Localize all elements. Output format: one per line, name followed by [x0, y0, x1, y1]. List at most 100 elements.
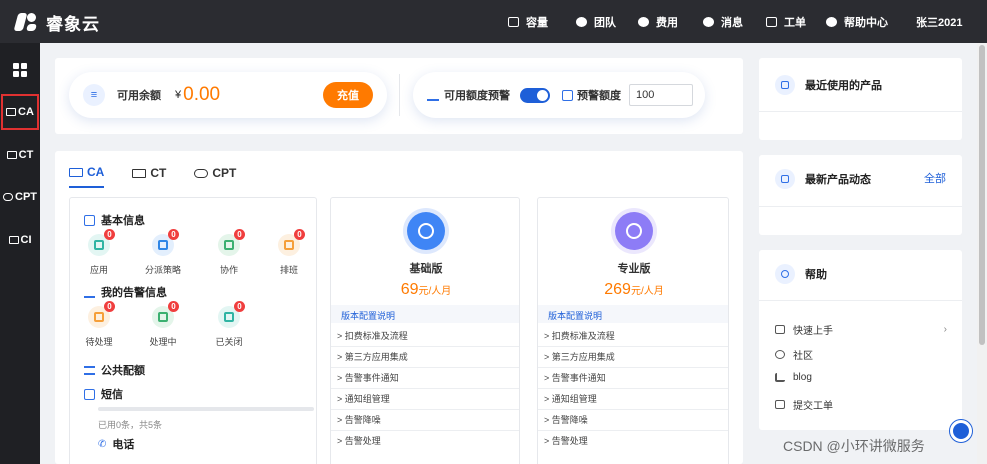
feature-item[interactable]: > 第三方应用集成 [337, 350, 408, 363]
sidebar-item-apps[interactable] [0, 52, 40, 88]
divider [759, 206, 962, 207]
feature-item[interactable]: > 告警事件通知 [544, 371, 606, 384]
topnav-label: 工单 [784, 16, 806, 29]
feature-item[interactable]: > 通知组管理 [544, 392, 597, 405]
page-scrollbar[interactable] [977, 43, 987, 464]
rocket-icon [775, 325, 785, 334]
tab-label: CPT [212, 166, 237, 180]
community-icon [775, 350, 785, 359]
help-submit-ticket[interactable]: 提交工单 [775, 397, 833, 412]
section-title-text: 公共配额 [101, 365, 145, 377]
balance-card: ≡ 可用余额 ¥ 0.00 充值 可用额度预警 预警额度 [55, 58, 743, 134]
sidebar-item-ct[interactable]: CT [0, 137, 40, 173]
topnav-tickets[interactable]: 工单 [766, 0, 806, 43]
feature-item[interactable]: > 告警事件通知 [337, 371, 399, 384]
feature-item[interactable]: > 第三方应用集成 [544, 350, 615, 363]
brand-name: 睿象云 [46, 14, 100, 34]
cost-icon [638, 16, 649, 27]
warning-icon [427, 89, 439, 101]
basic-plan-icon [407, 212, 445, 250]
feature-item[interactable]: > 通知组管理 [337, 392, 390, 405]
news-card: 最新产品动态 全部 [759, 155, 962, 235]
sidebar-item-ca[interactable]: CA [0, 93, 40, 131]
username: 张三2021 [916, 16, 963, 29]
app-closed[interactable]: 0 已关闭 [206, 301, 252, 348]
divider [331, 367, 519, 368]
submit-ticket-icon [775, 400, 785, 409]
app-applications[interactable]: 0 应用 [76, 229, 122, 276]
help-quick-start[interactable]: 快速上手 › [775, 322, 947, 337]
plan-name: 基础版 [409, 263, 443, 275]
threshold-input[interactable] [629, 84, 693, 106]
feature-text: 扣费标准及流程 [344, 331, 408, 341]
sidebar-item-label: CPT [15, 191, 37, 203]
feature-item[interactable]: > 告警处理 [337, 434, 381, 447]
topnav-help-center[interactable]: 帮助中心 [826, 0, 888, 43]
feature-text: 通知组管理 [551, 394, 597, 404]
feature-text: 告警降噪 [344, 415, 381, 425]
plan-config-link[interactable]: 版本配置说明 [331, 305, 519, 323]
plan-name: 专业版 [617, 263, 651, 275]
app-dispatch-policy[interactable]: 0 分派策略 [140, 229, 186, 276]
sidebar-item-ci[interactable]: CI [0, 222, 40, 258]
plan-price: 69元/人月 [331, 281, 521, 299]
topnav-user[interactable]: 张三2021 [916, 0, 962, 43]
product-tabs: CA CT CPT [69, 165, 236, 188]
calendar-icon: 0 [278, 229, 305, 256]
divider [331, 388, 519, 389]
plan-price: 269元/人月 [538, 281, 730, 299]
feature-item[interactable]: > 扣费标准及流程 [337, 329, 408, 342]
topnav-capacity[interactable]: 容量 [508, 0, 548, 43]
topnav-cost[interactable]: 费用 [638, 0, 678, 43]
scrollbar-thumb[interactable] [979, 45, 985, 345]
threshold-icon [562, 89, 573, 101]
basic-info-title: 基本信息 [84, 212, 145, 228]
cloud-icon [194, 168, 209, 178]
collaboration-icon: 0 [218, 229, 245, 256]
ticket-icon [766, 16, 777, 27]
plan-summary: 基础版 69元/人月 [331, 212, 521, 299]
feature-text: 告警处理 [551, 436, 588, 446]
app-pending[interactable]: 0 待处理 [76, 301, 122, 348]
app-label: 待处理 [85, 337, 113, 347]
tab-cpt[interactable]: CPT [194, 165, 236, 188]
bell-icon [703, 16, 714, 27]
app-label: 已关闭 [215, 337, 243, 347]
topnav-label: 容量 [526, 16, 548, 29]
feature-item[interactable]: > 告警降噪 [544, 413, 588, 426]
app-label: 应用 [89, 265, 108, 275]
feature-item[interactable]: > 扣费标准及流程 [544, 329, 615, 342]
help-blog[interactable]: blog [775, 372, 812, 383]
app-collaboration[interactable]: 0 协作 [206, 229, 252, 276]
app-schedule[interactable]: 0 排班 [266, 229, 312, 276]
feature-item[interactable]: > 告警处理 [544, 434, 588, 447]
app-grid-icon [13, 63, 27, 77]
warning-toggle[interactable] [520, 87, 550, 103]
tab-ca[interactable]: CA [69, 165, 105, 188]
sidebar-item-cpt[interactable]: CPT [0, 179, 40, 215]
tab-ct[interactable]: CT [132, 165, 166, 188]
count-badge: 0 [168, 301, 179, 312]
card-title-text: 最新产品动态 [805, 174, 871, 186]
support-chat-button[interactable] [950, 420, 972, 442]
help-community[interactable]: 社区 [775, 347, 813, 362]
phone-icon: ✆ [98, 438, 107, 450]
topnav-messages[interactable]: 消息 [703, 0, 743, 43]
topnav-label: 团队 [594, 16, 616, 29]
warning-label: 可用额度预警 [444, 90, 510, 102]
price-unit: 元/人月 [418, 286, 452, 297]
price-unit: 元/人月 [630, 286, 664, 297]
plan-config-link[interactable]: 版本配置说明 [538, 305, 728, 323]
feature-item[interactable]: > 告警降噪 [337, 413, 381, 426]
divider [759, 111, 962, 112]
topnav-team[interactable]: 团队 [576, 0, 616, 43]
news-all-link[interactable]: 全部 [924, 170, 946, 186]
app-processing[interactable]: 0 处理中 [140, 301, 186, 348]
applications-icon: 0 [88, 229, 115, 256]
recharge-button[interactable]: 充值 [323, 82, 373, 108]
section-title-text: 短信 [101, 389, 123, 401]
brand-logo[interactable]: 睿象云 [13, 9, 100, 35]
count-badge: 0 [104, 301, 115, 312]
help-item-label: blog [793, 372, 812, 383]
cloud-icon [3, 193, 13, 201]
